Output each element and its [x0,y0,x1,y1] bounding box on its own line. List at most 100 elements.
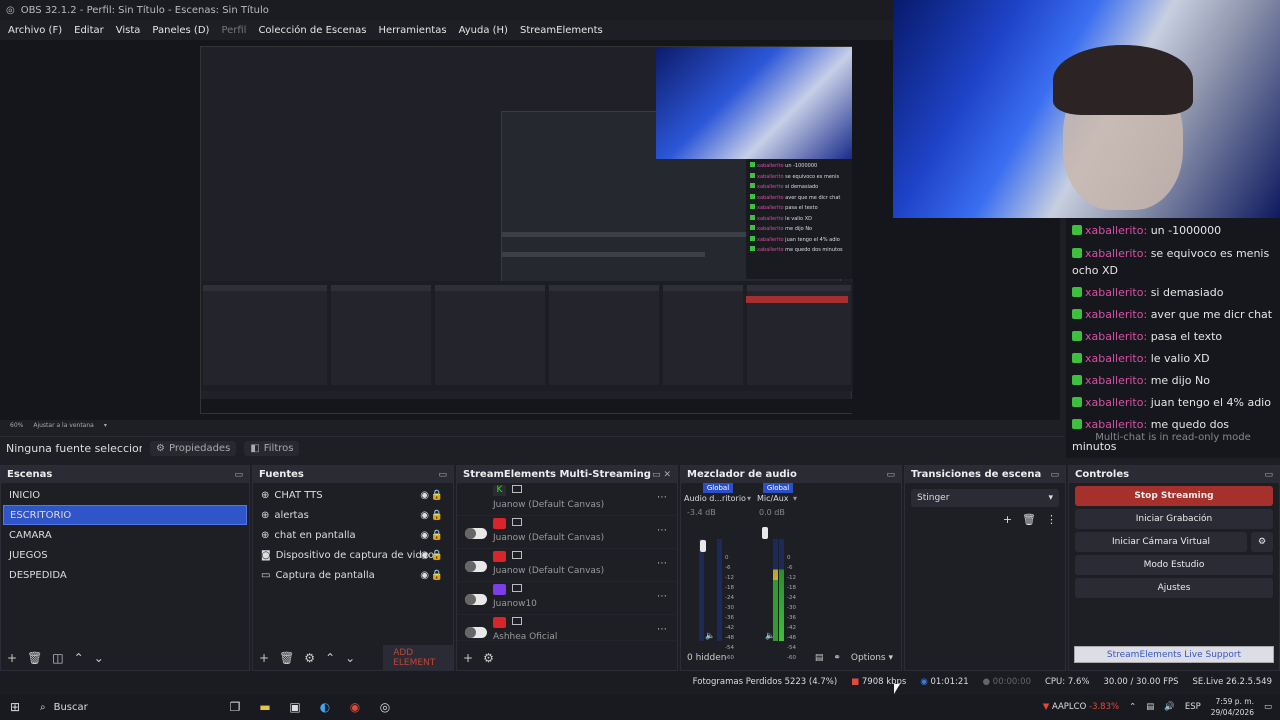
arrow-up-icon[interactable]: ⌃ [325,651,335,665]
add-icon[interactable]: + [259,651,269,665]
obs-icon[interactable]: ◎ [370,700,400,714]
add-icon[interactable]: + [7,651,17,665]
more-icon[interactable]: ⋮ [1046,513,1057,526]
stream-output-row[interactable]: Juanow10 ⋯ [457,582,677,615]
lock-icon[interactable]: 🔒 [431,570,443,581]
trash-icon[interactable]: 🗑 [279,651,294,665]
scene-item[interactable]: JUEGOS [3,545,247,565]
stream-output-row[interactable]: Juanow (Default Canvas) ⋯ [457,516,677,549]
add-icon[interactable]: + [463,651,473,665]
stop-streaming-button[interactable]: Stop Streaming [1075,486,1273,506]
volume-slider[interactable] [762,527,768,539]
more-icon[interactable]: ⋯ [657,525,667,536]
float-icon[interactable]: ▭ [234,470,243,480]
studio-mode-button[interactable]: Modo Estudio [1075,555,1273,575]
more-icon[interactable]: ⋯ [657,558,667,569]
filters-button[interactable]: ◧ Filtros [244,441,300,456]
eye-icon[interactable]: ◉ [420,550,429,561]
chevron-up-icon[interactable]: ⌃ [1129,702,1136,712]
options-button[interactable]: Options ▾ [851,653,893,663]
windows-start-icon[interactable]: ⊞ [0,700,30,714]
store-icon[interactable]: ▣ [280,700,310,714]
properties-button[interactable]: ⚙ Propiedades [150,441,237,456]
transition-select[interactable]: Stinger ▾ [911,489,1059,507]
close-icon[interactable]: ▭ ✕ [652,470,671,480]
eye-icon[interactable]: ◉ [420,570,429,581]
add-element-button[interactable]: ADD ELEMENT [383,645,453,671]
eye-icon[interactable]: ◉ [420,530,429,541]
live-support-button[interactable]: StreamElements Live Support [1074,646,1274,663]
menu-perfil[interactable]: Perfil [215,25,252,36]
menu-streamelements[interactable]: StreamElements [514,25,609,36]
task-view-icon[interactable]: ❐ [220,700,250,714]
float-icon[interactable]: ▭ [1050,470,1059,480]
lock-icon[interactable]: 🔒 [431,490,443,501]
arrow-up-icon[interactable]: ⌃ [74,651,84,665]
menu-vista[interactable]: Vista [110,25,147,36]
trash-icon[interactable]: 🗑 [27,651,42,665]
float-icon[interactable]: ▭ [886,470,895,480]
add-icon[interactable]: + [1003,513,1012,526]
stream-output-row[interactable]: Juanow (Default Canvas) ⋯ [457,549,677,582]
network-icon[interactable]: ▤ [1146,702,1154,712]
speaker-icon[interactable]: 🔈 [705,631,715,640]
taskbar-search[interactable]: ⌕ Buscar [30,694,220,720]
source-item[interactable]: ⊕ alertas ◉ 🔒 [255,505,451,525]
chrome-icon[interactable]: ◉ [340,700,370,714]
more-icon[interactable]: ⋯ [657,591,667,602]
gear-icon[interactable]: ⚙ [483,651,494,665]
chevron-down-icon[interactable]: ▾ [793,494,797,503]
more-icon[interactable]: ⋯ [657,492,667,503]
chevron-down-icon[interactable]: ▾ [747,494,751,503]
float-icon[interactable]: ▭ [1264,470,1273,480]
filter-icon[interactable]: ◫ [52,651,63,665]
edge-icon[interactable]: ◐ [310,700,340,714]
source-item[interactable]: ◙ Dispositivo de captura de video ◉ 🔒 [255,545,451,565]
more-icon[interactable]: ⋯ [657,624,667,635]
float-icon[interactable]: ▭ [438,470,447,480]
scene-item[interactable]: INICIO [3,485,247,505]
notifications-icon[interactable]: ▭ [1264,702,1272,712]
virtual-camera-button[interactable]: Iniciar Cámara Virtual [1075,532,1247,552]
source-item[interactable]: ▭ Captura de pantalla ◉ 🔒 [255,565,451,585]
lock-icon[interactable]: 🔒 [431,550,443,561]
stream-output-row[interactable]: K Juanow (Default Canvas) ⋯ [457,483,677,516]
menu-editar[interactable]: Editar [68,25,110,36]
toggle-switch[interactable] [465,561,487,572]
gear-icon[interactable]: ⚙ [1251,532,1273,552]
link-icon[interactable]: ⚭ [833,653,841,663]
scene-item[interactable]: DESPEDIDA [3,565,247,585]
chevron-down-icon[interactable]: ▾ [104,422,107,429]
stream-output-row[interactable]: Ashhea Oficial ⋯ [457,615,677,641]
toggle-switch[interactable] [465,594,487,605]
file-explorer-icon[interactable]: ▬ [250,700,280,714]
language-indicator[interactable]: ESP [1185,702,1201,712]
zoom-fit[interactable]: Ajustar a la ventana [33,422,94,429]
start-recording-button[interactable]: Iniciar Grabación [1075,509,1273,529]
speaker-icon[interactable]: 🔈 [765,631,775,640]
source-item[interactable]: ⊕ CHAT TTS ◉ 🔒 [255,485,451,505]
eye-icon[interactable]: ◉ [420,490,429,501]
menu-archivo[interactable]: Archivo (F) [2,25,68,36]
menu-paneles[interactable]: Paneles (D) [146,25,215,36]
lock-icon[interactable]: 🔒 [431,530,443,541]
scene-item-selected[interactable]: ESCRITORIO [3,505,247,525]
trash-icon[interactable]: 🗑 [1022,513,1036,526]
zoom-level[interactable]: 60% [10,422,23,429]
arrow-down-icon[interactable]: ⌄ [94,651,104,665]
clock[interactable]: 7:59 p. m. 29/04/2026 [1211,696,1254,718]
layout-icon[interactable]: ▤ [815,653,824,663]
menu-ayuda[interactable]: Ayuda (H) [453,25,514,36]
arrow-down-icon[interactable]: ⌄ [345,651,355,665]
eye-icon[interactable]: ◉ [420,510,429,521]
menu-herramientas[interactable]: Herramientas [372,25,452,36]
source-item[interactable]: ⊕ chat en pantalla ◉ 🔒 [255,525,451,545]
menu-coleccion[interactable]: Colección de Escenas [252,25,372,36]
toggle-switch[interactable] [465,528,487,539]
gear-icon[interactable]: ⚙ [304,651,315,665]
stock-ticker[interactable]: ▼ AAPLCO -3.83% [1043,702,1119,712]
lock-icon[interactable]: 🔒 [431,510,443,521]
volume-icon[interactable]: 🔊 [1164,702,1175,712]
volume-slider[interactable] [700,540,706,552]
settings-button[interactable]: Ajustes [1075,578,1273,598]
